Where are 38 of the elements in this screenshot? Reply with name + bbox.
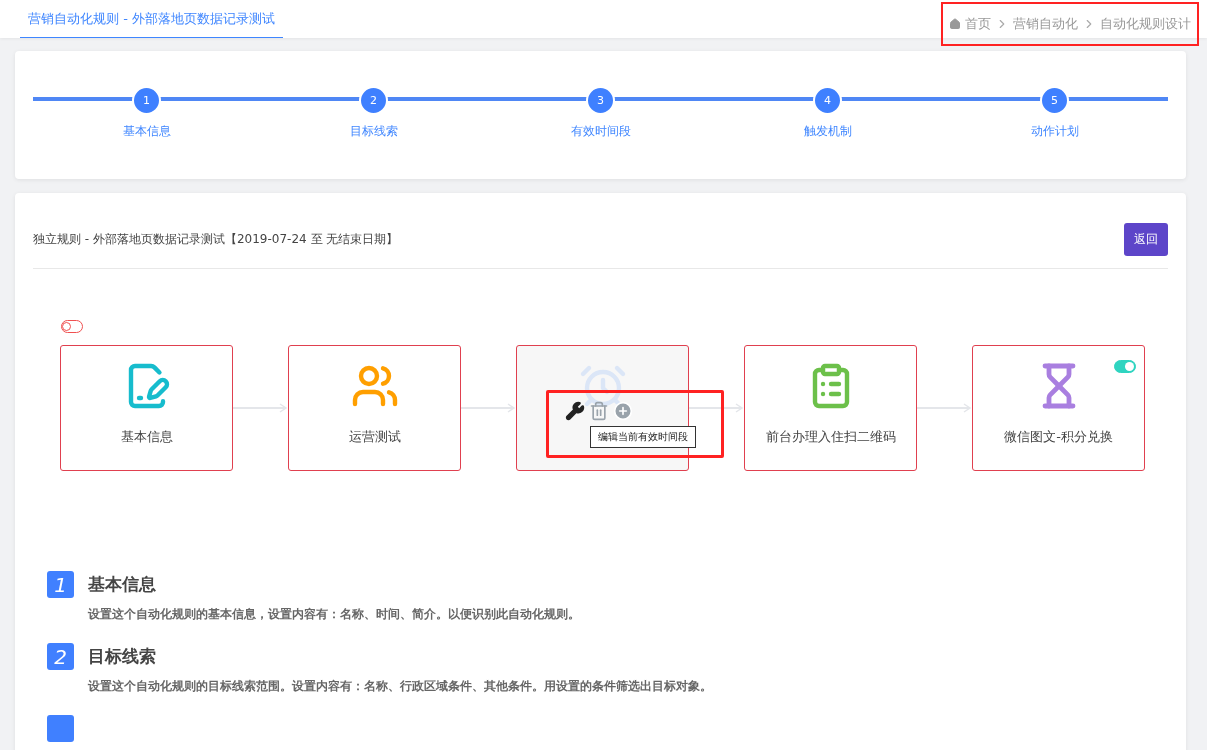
toggle-switch[interactable] (61, 320, 83, 333)
section-description: 设置这个自动化规则的基本信息，设置内容有：名称、时间、简介。以便识别此自动化规则。 (86, 606, 581, 623)
breadcrumb-link[interactable]: 首页 (965, 15, 991, 33)
step-label[interactable]: 有效时间段 (570, 123, 631, 140)
wrench-icon[interactable] (565, 401, 585, 421)
back-button[interactable]: 返回 (1124, 223, 1168, 256)
node-label: 前台办理入住扫二维码 (765, 428, 896, 446)
connector-arrow (917, 403, 972, 413)
connector-arrow (689, 403, 744, 413)
home-icon (949, 18, 961, 30)
step-label[interactable]: 触发机制 (803, 123, 852, 140)
connector-arrow (461, 403, 516, 413)
step-label[interactable]: 基本信息 (122, 123, 171, 140)
breadcrumb-link[interactable]: 营销自动化 (1013, 15, 1078, 33)
rule-title: 独立规则 - 外部落地页数据记录测试【2019-07-24 至 无结束日期】 (33, 231, 399, 248)
section-description: 设置这个自动化规则的目标线索范围。设置内容有：名称、行政区域条件、其他条件。用设置的条件筛选出目标对象。 (86, 678, 713, 695)
step-circle[interactable]: 4 (813, 86, 842, 115)
step-label[interactable]: 目标线索 (349, 123, 398, 140)
tooltip: 编辑当前有效时间段 (590, 426, 696, 448)
connector-arrow (233, 403, 288, 413)
step-circle[interactable]: 1 (132, 86, 161, 115)
step-circle[interactable]: 2 (359, 86, 388, 115)
step-number-badge: 1 (47, 571, 74, 598)
flow-node[interactable]: 前台办理入住扫二维码 (744, 345, 917, 471)
step-circle[interactable]: 3 (586, 86, 615, 115)
toggle-switch[interactable] (1114, 360, 1136, 373)
page-tab[interactable]: 营销自动化规则 - 外部落地页数据记录测试 (20, 0, 283, 38)
node-label: 基本信息 (120, 428, 173, 446)
step-label[interactable]: 动作计划 (1030, 123, 1079, 140)
step-number-badge: 2 (47, 643, 74, 670)
node-label: 运营测试 (348, 428, 401, 446)
section-title: 目标线索 (88, 645, 156, 668)
flow-node[interactable]: 运营测试 (288, 345, 461, 471)
step-number-badge (47, 715, 74, 742)
step-circle[interactable]: 5 (1040, 86, 1069, 115)
flow-node[interactable]: 微信图文-积分兑换 (972, 345, 1145, 471)
section-title: 基本信息 (88, 573, 156, 596)
node-label: 微信图文-积分兑换 (1004, 428, 1113, 446)
